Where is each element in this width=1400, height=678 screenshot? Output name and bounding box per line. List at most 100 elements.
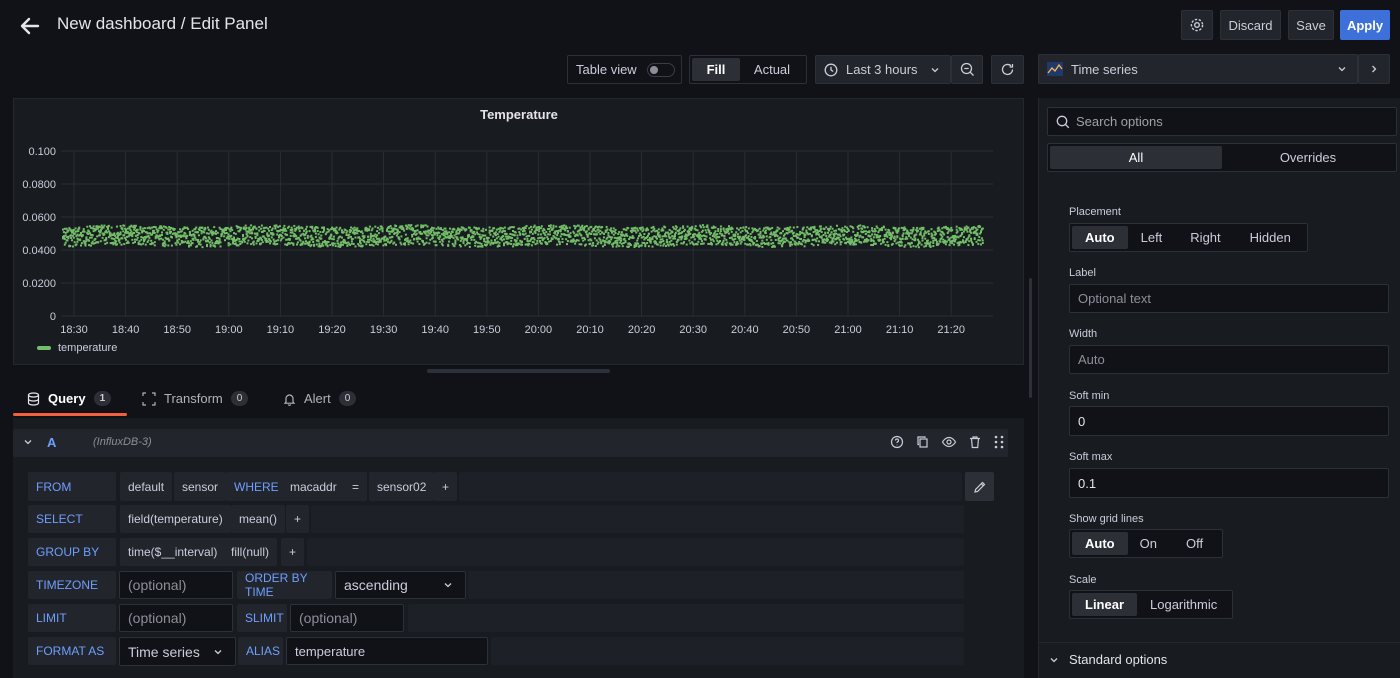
data-point [83,240,86,243]
tab-all[interactable]: All [1050,146,1222,169]
group-by-add-button[interactable]: + [281,538,305,566]
data-point [828,227,831,230]
x-tick-label: 18:50 [163,324,191,336]
data-point [372,237,375,240]
data-point [528,242,531,245]
data-point [478,233,481,236]
fill-option[interactable]: Fill [692,58,740,81]
data-point [184,232,187,235]
placement-right[interactable]: Right [1175,226,1235,249]
group-by-time[interactable]: time($__interval) [120,538,226,566]
data-point [698,231,701,234]
standard-options-header[interactable]: Standard options [1049,652,1167,667]
data-point [953,237,955,240]
data-point [145,235,148,238]
scale-linear[interactable]: Linear [1072,593,1138,616]
tab-overrides[interactable]: Overrides [1222,146,1394,169]
data-point [474,233,477,236]
data-point [583,229,586,232]
actual-option[interactable]: Actual [740,58,804,81]
chevron-down-icon[interactable] [23,437,33,447]
edit-raw-query-button[interactable] [965,472,994,501]
table-view-toggle[interactable]: Table view [567,55,682,84]
refresh-button[interactable] [991,55,1024,84]
tab-alert[interactable]: Alert 0 [283,391,357,406]
trash-icon[interactable] [967,434,983,450]
search-options-input[interactable]: Search options [1047,107,1397,136]
help-icon[interactable] [889,434,905,450]
save-button[interactable]: Save [1288,10,1334,40]
copy-icon[interactable] [915,434,931,450]
tab-transform[interactable]: Transform 0 [142,391,249,406]
data-point [783,240,786,243]
grid-lines-off[interactable]: Off [1169,532,1220,555]
discard-button[interactable]: Discard [1220,10,1281,40]
data-point [910,241,913,244]
data-point [812,244,815,247]
from-policy[interactable]: default [120,472,173,501]
data-point [288,238,291,241]
legend[interactable]: temperature [37,342,117,354]
label-input[interactable]: Optional text [1069,284,1389,313]
data-point [738,239,741,242]
group-by-fill[interactable]: fill(null) [223,538,278,566]
apply-button[interactable]: Apply [1340,10,1390,40]
visualization-picker[interactable]: Time series [1038,54,1358,84]
eye-icon[interactable] [941,434,957,450]
where-operator[interactable]: = [344,472,368,501]
placement-hidden[interactable]: Hidden [1236,226,1305,249]
format-as-select[interactable]: Time series [119,637,236,666]
scrollbar[interactable] [1029,278,1032,398]
zoom-out-button[interactable] [951,55,983,84]
width-input[interactable]: Auto [1069,345,1389,374]
query-ref-id[interactable]: A [47,435,56,450]
drag-handle-icon[interactable] [993,434,1005,450]
data-point [791,238,794,241]
placement-auto[interactable]: Auto [1072,226,1128,249]
data-point [482,230,485,233]
timezone-input[interactable]: (optional) [119,571,233,599]
data-point [902,232,905,235]
collapse-options-button[interactable] [1358,54,1390,84]
data-point [165,226,168,229]
fill-actual-switch[interactable]: Fill Actual [689,55,807,84]
data-point [807,233,810,236]
from-measurement[interactable]: sensor [174,472,227,501]
grid-lines-auto[interactable]: Auto [1072,532,1128,555]
grid-lines-on[interactable]: On [1128,532,1169,555]
placement-left[interactable]: Left [1128,226,1176,249]
soft-min-input[interactable]: 0 [1069,406,1389,436]
order-by-select[interactable]: ascending [335,571,466,599]
data-point [802,232,805,235]
where-value[interactable]: sensor02 [369,472,435,501]
data-point [642,235,645,238]
data-point [327,241,330,244]
soft-max-input[interactable]: 0.1 [1069,468,1389,498]
settings-button[interactable] [1181,10,1213,40]
panel-resize-handle[interactable] [427,369,610,373]
select-add-button[interactable]: + [286,505,310,533]
data-point [179,234,182,237]
data-point [623,228,626,231]
data-point [260,227,262,230]
data-point [412,227,415,230]
scale-logarithmic[interactable]: Logarithmic [1137,593,1230,616]
data-point [333,227,336,230]
data-point [75,243,78,246]
time-range-picker[interactable]: Last 3 hours [815,55,951,84]
select-aggregation[interactable]: mean() [231,505,286,533]
select-field[interactable]: field(temperature) [120,505,231,533]
alias-input[interactable]: temperature [286,637,488,665]
format-as-label: FORMAT AS [28,637,116,665]
where-add-button[interactable]: + [434,472,458,501]
data-point [227,242,230,245]
where-key[interactable]: macaddr [282,472,345,501]
query-row-header[interactable] [13,429,1008,457]
toggle-switch[interactable] [646,62,675,77]
data-point [143,238,146,241]
limit-input[interactable]: (optional) [119,604,233,632]
slimit-input[interactable]: (optional) [290,604,404,632]
back-arrow-icon[interactable] [18,14,42,38]
data-point [574,227,577,230]
tab-query[interactable]: Query 1 [27,391,112,406]
